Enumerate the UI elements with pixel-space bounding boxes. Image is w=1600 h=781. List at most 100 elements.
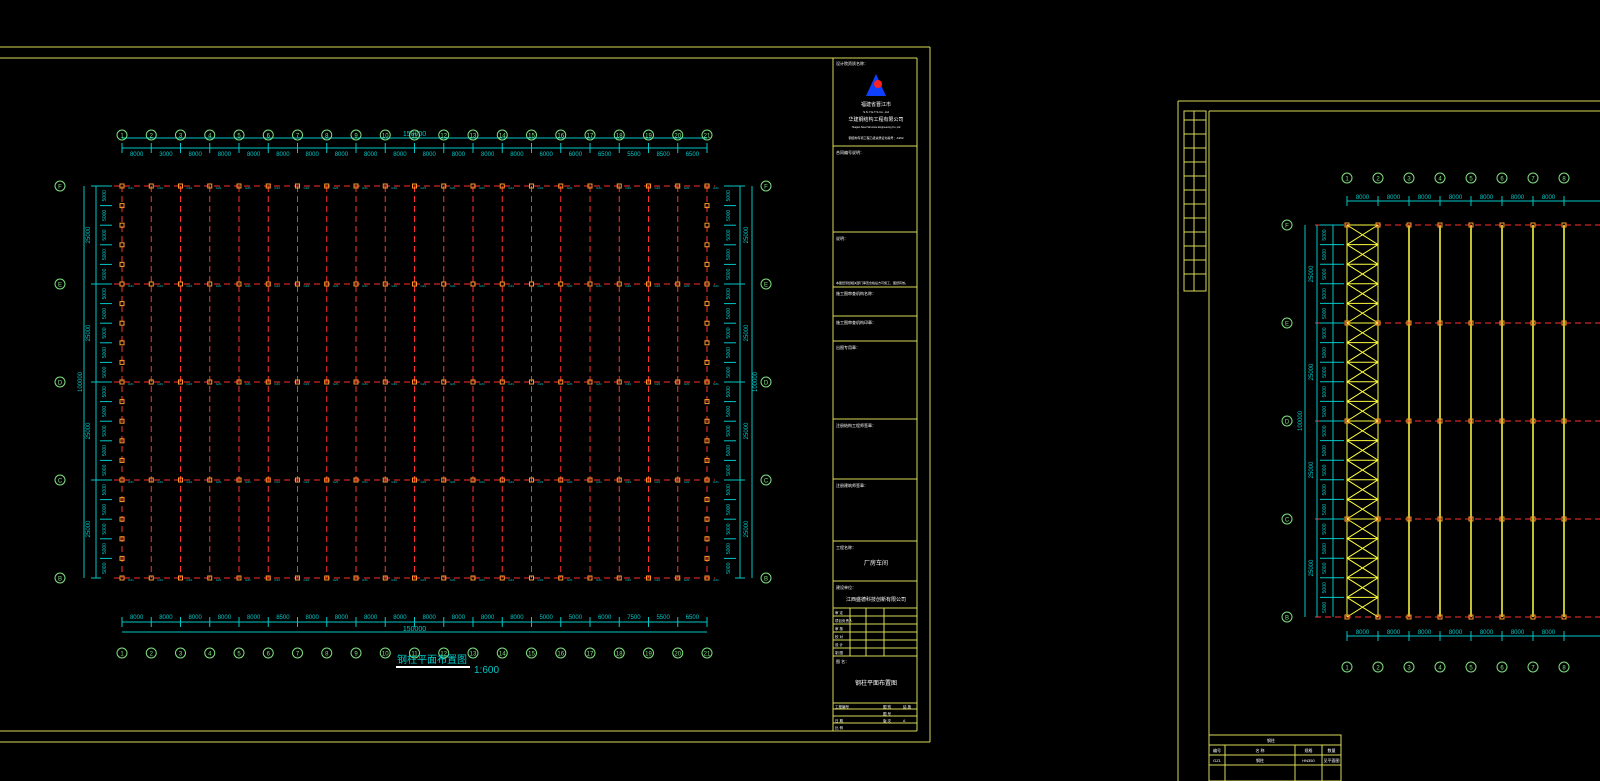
sheet2-axis-y-B-label: B [1285, 615, 1289, 621]
sheet2-bay-dim: 8000 [1542, 195, 1556, 201]
column-tag: GZ1 [304, 284, 310, 288]
bay-dim: 8000 [218, 152, 232, 158]
column-tag: GZ1 [625, 186, 631, 190]
axis-x-5-label: 5 [237, 651, 241, 657]
sheet2-sub-dim: 5000 [1322, 347, 1328, 358]
sheet2-axis-y-E-label: E [1285, 321, 1289, 327]
sheet2-sub-dim: 5000 [1322, 582, 1328, 593]
sub-dim: 5000 [102, 484, 108, 495]
sub-dim: 5000 [102, 249, 108, 260]
sheet2-axis-x-3-label: 3 [1407, 665, 1411, 671]
bay-dim: 8500 [276, 615, 290, 621]
column-tag: GZ1 [187, 284, 193, 288]
tb-company-4: Huajian Steel Structure Engineering Co.,… [852, 126, 901, 129]
bay-dim: 6500 [686, 152, 700, 158]
column-tag: GZ1 [245, 382, 251, 386]
sub-dim: 5000 [726, 543, 732, 554]
column-tag: GZ1 [157, 480, 163, 484]
column-tag: GZ1 [333, 382, 339, 386]
sub-dim: 5000 [726, 327, 732, 338]
column-tag: GZ1 [274, 284, 280, 288]
tb-client-name: 江西盛德科技创新有限公司 [846, 596, 906, 603]
sub-dim: 5000 [726, 190, 732, 201]
sheet2-table-header: 编号 [1213, 747, 1221, 753]
axis-y-C-label: C [764, 478, 769, 484]
column-tag: GZ1 [128, 578, 134, 582]
column-tag: GZ1 [274, 480, 280, 484]
bay-dim: 8000 [247, 615, 261, 621]
sheet2-table [1208, 734, 1342, 781]
column-tag: GZ1 [391, 284, 397, 288]
drawing-sheet-1[interactable]: GZ1 GZ1 GZ1 GZ1 GZ1 GZ1 GZ1 GZ1 GZ1 GZ1 GZ1 GZ1 GZ1 G… [0, 46, 931, 743]
side-column [119, 301, 125, 307]
plan-title: 钢柱平面布置图 [397, 653, 467, 666]
bay-dim: 6000 [569, 152, 583, 158]
sheet2-sub-dim: 5000 [1322, 229, 1328, 240]
tb-row-label: 注册结构工程师签章： [836, 422, 876, 428]
drawing-sheet-2[interactable]: 8000 8000 8000 8000 8000 8000 8000 1 2 3 4 5 6 7 8 8000… [1177, 100, 1600, 781]
tb-row-label: 工程名称： [836, 544, 856, 550]
sub-dim: 5000 [726, 347, 732, 358]
sub-dim: 5000 [102, 190, 108, 201]
total-dim-x: 150000 [403, 626, 426, 633]
sub-dim: 5000 [102, 327, 108, 338]
column-tag: GZ1 [362, 480, 368, 484]
company-logo-icon [874, 80, 882, 88]
tb-sign-label: 制 图 [835, 650, 843, 655]
sheet2-bay-dim: 8000 [1356, 195, 1370, 201]
column-tag: GZ1 [216, 480, 222, 484]
axis-x-10-label: 10 [382, 651, 389, 657]
sheet2-axis-x-8-label: 8 [1562, 665, 1566, 671]
sheet2-sub-dim: 5000 [1322, 366, 1328, 377]
sheet2-sub-dim: 5000 [1322, 484, 1328, 495]
column-tag: GZ1 [625, 284, 631, 288]
sheet2-sub-dim: 5000 [1322, 543, 1328, 554]
axis-y-F-label: F [764, 184, 768, 190]
tb-bottom-label: 日 期 [835, 718, 843, 723]
sheet2-sub-dim: 5000 [1322, 425, 1328, 436]
sheet2-axis-x-4-label: 4 [1438, 665, 1442, 671]
sheet2-axis-x-1-label: 1 [1345, 665, 1349, 671]
sub-dim: 5000 [102, 308, 108, 319]
tb-sign-label: 设 计 [835, 642, 843, 647]
column-tag: GZ1 [596, 578, 602, 582]
column-tag: GZ1 [274, 578, 280, 582]
sheet2-sub-dim: 5000 [1322, 386, 1328, 397]
column-tag: GZ1 [479, 480, 485, 484]
axis-y-F-label: F [58, 184, 62, 190]
column-tag: GZ1 [362, 382, 368, 386]
tb-bottom-label: 版 次 [883, 718, 891, 723]
tb-project-name: 厂房车间 [864, 559, 888, 567]
axis-x-2-label: 2 [150, 651, 154, 657]
column-tag: GZ1 [274, 382, 280, 386]
column-tag: GZ1 [508, 382, 514, 386]
sheet2-axis-y-C-label: C [1285, 517, 1290, 523]
axis-x-18-label: 18 [616, 133, 623, 139]
tb-bottom-label: 工程编号 [835, 704, 849, 709]
axis-x-19-label: 19 [645, 651, 652, 657]
sheet2-axis-x-6-label: 6 [1500, 665, 1504, 671]
column-tag: GZ1 [625, 578, 631, 582]
sub-dim: 5000 [102, 543, 108, 554]
bay-dim: 8000 [159, 615, 173, 621]
column-tag: GZ1 [567, 186, 573, 190]
tb-company-3: 华建钢结构工程有限公司 [848, 116, 903, 123]
axis-x-21-label: 21 [704, 133, 711, 139]
side-column [704, 261, 710, 267]
column-tag: GZ1 [508, 578, 514, 582]
bay-dim: 8000 [130, 615, 144, 621]
cad-canvas[interactable]: GZ1 GZ1 GZ1 GZ1 GZ1 GZ1 GZ1 GZ1 GZ1 GZ1 GZ1 GZ1 GZ1 G… [0, 0, 1600, 781]
bay-dim: 8500 [656, 152, 670, 158]
axis-x-20-label: 20 [674, 133, 681, 139]
column-tag: GZ1 [538, 578, 544, 582]
bay-dim: 8000 [335, 615, 349, 621]
sub-dim: 5000 [726, 288, 732, 299]
column-tag: GZ1 [596, 382, 602, 386]
axis-x-20-label: 20 [674, 651, 681, 657]
span-dim: 25000 [86, 226, 92, 243]
column-tag: GZ1 [596, 480, 602, 484]
axis-x-12-label: 12 [440, 133, 447, 139]
column-tag: GZ1 [450, 186, 456, 190]
tb-bottom-label: 比 例 [835, 725, 843, 730]
tb-cert: 钢结构专项工程乙级资质证书编号：A352 [848, 135, 903, 140]
